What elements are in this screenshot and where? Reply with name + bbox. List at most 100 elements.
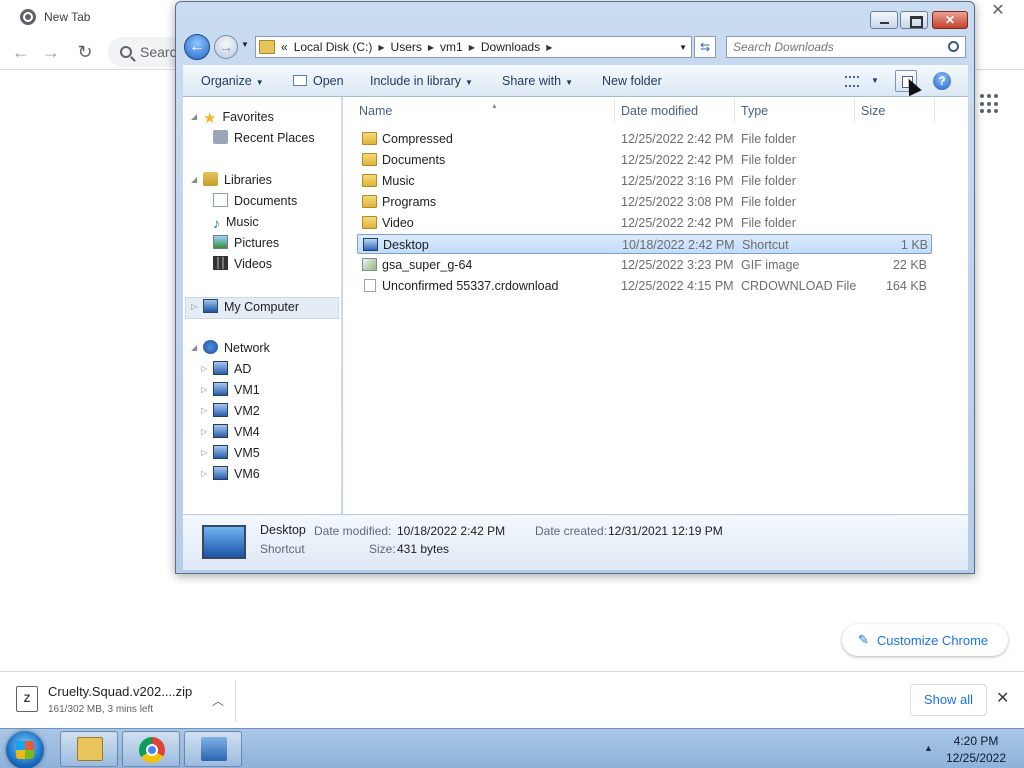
chevron-down-icon[interactable]: ▼ [871, 76, 879, 85]
taskbar-network-button[interactable] [184, 731, 242, 767]
column-header-date-modified[interactable]: Date modified [615, 99, 735, 123]
close-button[interactable]: ✕ [932, 11, 968, 29]
details-item-type: Shortcut [260, 542, 305, 556]
maximize-button[interactable] [900, 11, 928, 29]
nav-videos[interactable]: Videos [213, 254, 272, 274]
nav-label: AD [234, 362, 252, 376]
nav-my-computer[interactable]: ▷ My Computer [191, 297, 299, 317]
file-row-unconfirmed-crdownload[interactable]: Unconfirmed 55337.crdownload 12/25/2022 … [357, 276, 932, 296]
refresh-button[interactable]: ⇆ [694, 36, 716, 58]
file-row-desktop[interactable]: Desktop 10/18/2022 2:42 PM Shortcut 1 KB [357, 234, 932, 254]
column-header-name[interactable]: Name ▲ [353, 99, 615, 123]
collapse-icon[interactable]: ◢ [191, 170, 197, 190]
nav-label: Network [224, 341, 270, 355]
back-arrow-icon[interactable]: ← [10, 42, 32, 64]
nav-host-vm6[interactable]: ▷ VM6 [201, 464, 260, 484]
file-name: Compressed [382, 132, 453, 146]
download-file-name: Cruelty.Squad.v202....zip [48, 684, 193, 699]
change-view-icon[interactable] [845, 76, 859, 87]
expand-icon[interactable]: ▷ [201, 359, 207, 379]
window-close-icon[interactable]: ✕ [986, 0, 1010, 19]
file-name: Music [382, 174, 415, 188]
network-computer-icon [213, 466, 228, 480]
file-row-music[interactable]: Music 12/25/2022 3:16 PM File folder [357, 171, 932, 191]
chevron-up-icon[interactable]: ︿ [212, 692, 224, 709]
forward-arrow-icon[interactable]: → [40, 42, 62, 64]
nav-host-vm2[interactable]: ▷ VM2 [201, 401, 260, 421]
search-icon[interactable] [948, 41, 959, 52]
file-name: Programs [382, 195, 437, 209]
expand-icon[interactable]: ▷ [201, 464, 207, 484]
breadcrumb-local-disk[interactable]: Local Disk (C:) [294, 40, 373, 54]
breadcrumb-downloads[interactable]: Downloads [481, 40, 540, 54]
nav-favorites[interactable]: ◢ ★ Favorites [191, 107, 274, 127]
breadcrumb-separator-icon[interactable]: ▶ [378, 43, 384, 52]
file-date: 12/25/2022 3:16 PM [621, 174, 734, 188]
taskbar-chrome-button[interactable] [122, 731, 180, 767]
expand-icon[interactable]: ▷ [201, 380, 207, 400]
sort-ascending-icon: ▲ [491, 103, 498, 110]
organize-button[interactable]: Organize ▼ [195, 65, 270, 97]
reload-icon[interactable]: ↻ [74, 42, 96, 64]
expand-icon[interactable]: ▷ [201, 422, 207, 442]
file-row-gsa-super-g-64[interactable]: gsa_super_g-64 12/25/2022 3:23 PM GIF im… [357, 255, 932, 275]
nav-network[interactable]: ◢ Network [191, 338, 270, 358]
nav-host-vm4[interactable]: ▷ VM4 [201, 422, 260, 442]
nav-music[interactable]: ♪ Music [213, 212, 259, 232]
back-button[interactable]: ← [184, 34, 210, 60]
apps-grid-icon[interactable] [980, 94, 1000, 114]
folder-icon [362, 132, 377, 145]
show-hidden-icons-icon[interactable]: ▲ [924, 743, 933, 753]
expand-icon[interactable]: ▷ [201, 401, 207, 421]
nav-documents[interactable]: Documents [213, 191, 297, 211]
file-row-compressed[interactable]: Compressed 12/25/2022 2:42 PM File folde… [357, 129, 932, 149]
music-note-icon: ♪ [213, 215, 220, 231]
file-row-programs[interactable]: Programs 12/25/2022 3:08 PM File folder [357, 192, 932, 212]
breadcrumb-users[interactable]: Users [391, 40, 422, 54]
search-icon [120, 46, 132, 58]
recent-pages-dropdown-icon[interactable]: ▼ [241, 40, 249, 49]
nav-host-ad[interactable]: ▷ AD [201, 359, 252, 379]
tab-title: New Tab [44, 10, 91, 24]
nav-libraries[interactable]: ◢ Libraries [191, 170, 272, 190]
film-strip-icon [213, 256, 228, 270]
details-size-label: Size: [369, 542, 396, 556]
collapse-icon[interactable]: ◢ [191, 107, 197, 127]
column-header-type[interactable]: Type [735, 99, 855, 123]
help-icon[interactable]: ? [933, 72, 951, 90]
nav-host-vm1[interactable]: ▷ VM1 [201, 380, 260, 400]
search-input[interactable] [727, 37, 937, 57]
download-item[interactable]: Z Cruelty.Squad.v202....zip 161/302 MB, … [12, 682, 236, 722]
minimize-button[interactable] [870, 11, 898, 29]
breadcrumb-overflow[interactable]: « [281, 40, 288, 54]
taskbar-explorer-button[interactable] [60, 731, 118, 767]
close-icon[interactable]: ✕ [996, 688, 1009, 708]
start-button[interactable] [6, 731, 44, 768]
expand-icon[interactable]: ▷ [191, 297, 197, 317]
system-clock[interactable]: 4:20 PM 12/25/2022 [938, 733, 1014, 767]
address-dropdown-icon[interactable]: ▼ [679, 43, 687, 52]
breadcrumb-separator-icon[interactable]: ▶ [428, 43, 434, 52]
open-button[interactable]: Open [287, 65, 350, 97]
breadcrumb-vm1[interactable]: vm1 [440, 40, 463, 54]
include-in-library-button[interactable]: Include in library ▼ [364, 65, 479, 97]
organize-label: Organize [201, 74, 252, 88]
nav-host-vm5[interactable]: ▷ VM5 [201, 443, 260, 463]
collapse-icon[interactable]: ◢ [191, 338, 197, 358]
show-all-button[interactable]: Show all [910, 684, 987, 716]
column-header-size[interactable]: Size [855, 99, 935, 123]
file-row-video[interactable]: Video 12/25/2022 2:42 PM File folder [357, 213, 932, 233]
taskbar: ▲ 4:20 PM 12/25/2022 [0, 728, 1024, 768]
address-bar[interactable]: « Local Disk (C:) ▶ Users ▶ vm1 ▶ Downlo… [255, 36, 692, 58]
nav-pictures[interactable]: Pictures [213, 233, 279, 253]
file-row-documents[interactable]: Documents 12/25/2022 2:42 PM File folder [357, 150, 932, 170]
search-box[interactable] [726, 36, 966, 58]
expand-icon[interactable]: ▷ [201, 443, 207, 463]
breadcrumb-separator-icon[interactable]: ▶ [546, 43, 552, 52]
breadcrumb-separator-icon[interactable]: ▶ [469, 43, 475, 52]
new-folder-button[interactable]: New folder [596, 65, 668, 97]
nav-recent-places[interactable]: Recent Places [213, 128, 315, 148]
share-with-button[interactable]: Share with ▼ [496, 65, 579, 97]
customize-chrome-button[interactable]: ✎ Customize Chrome [842, 624, 1008, 656]
forward-button[interactable]: → [214, 35, 238, 59]
